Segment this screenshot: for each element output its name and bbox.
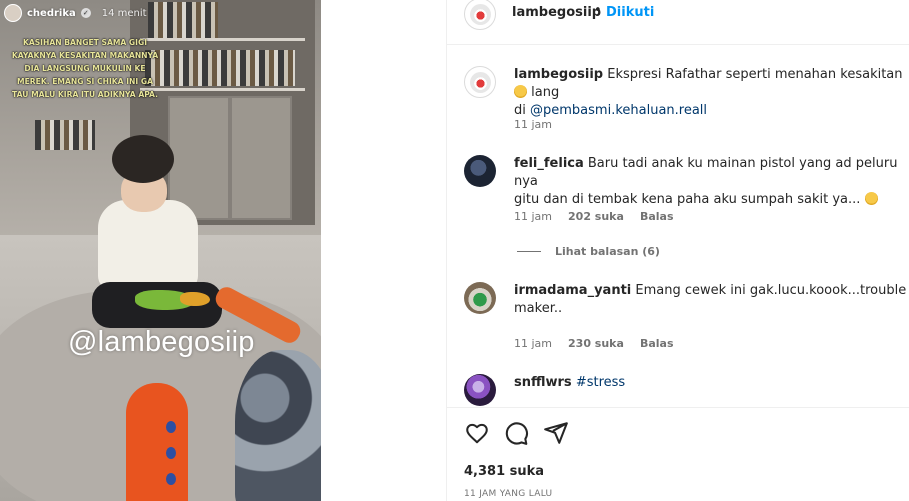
- post-header: lambegosiip • Diikuti: [447, 0, 909, 45]
- caption-mention-link[interactable]: @pembasmi.kehaluan.reall: [530, 103, 707, 118]
- story-time: 14 menit: [101, 7, 147, 19]
- comment-like-count[interactable]: 202 suka: [568, 210, 624, 223]
- brand-logo-icon: [469, 3, 491, 25]
- post-video[interactable]: chedrika ✓ 14 menit Kasihan banget sama …: [0, 0, 321, 501]
- comment-username[interactable]: feli_felica: [514, 156, 584, 171]
- reply-button[interactable]: Balas: [640, 337, 674, 350]
- comment-text: Emang cewek ini gak.lucu.koook...trouble: [635, 283, 907, 298]
- reply-button[interactable]: Balas: [640, 210, 674, 223]
- comment-item: snfflwrs #stress: [464, 374, 904, 406]
- header-username[interactable]: lambegosiip: [512, 5, 601, 20]
- post-panel: lambegosiip • Diikuti lambegosiip Ekspre…: [446, 0, 909, 501]
- verified-icon: ✓: [80, 8, 91, 18]
- comment-text-line2: maker..: [514, 301, 563, 316]
- post-caption: lambegosiip Ekspresi Rafathar seperti me…: [464, 66, 904, 136]
- comment-time: 11 jam: [514, 210, 553, 223]
- comment-username[interactable]: irmadama_yanti: [514, 283, 631, 298]
- avatar[interactable]: [464, 282, 496, 314]
- avatar[interactable]: [464, 155, 496, 187]
- avatar[interactable]: [464, 66, 496, 98]
- view-replies-button[interactable]: Lihat balasan (6): [517, 245, 660, 258]
- view-replies-label: Lihat balasan (6): [555, 245, 660, 258]
- caption-username[interactable]: lambegosiip: [514, 67, 603, 82]
- orange-toy-gun: [126, 383, 188, 501]
- story-username: chedrika: [27, 7, 76, 19]
- caption-line2-prefix: di: [514, 103, 526, 118]
- video-watermark: @lambegosiip: [68, 326, 255, 358]
- share-icon[interactable]: [543, 420, 571, 448]
- comment-item: feli_felica Baru tadi anak ku mainan pis…: [464, 155, 904, 235]
- child-figure: [98, 200, 198, 290]
- comment-time: 11 jam: [514, 337, 553, 350]
- person-camo-shirt: [235, 350, 321, 501]
- story-header: chedrika ✓ 14 menit: [4, 4, 147, 22]
- heart-icon[interactable]: [464, 420, 492, 448]
- post-timestamp: 11 JAM YANG LALU: [464, 489, 553, 499]
- comment-like-count[interactable]: 230 suka: [568, 337, 624, 350]
- pleading-face-emoji-icon: [514, 85, 527, 98]
- avatar[interactable]: [464, 0, 496, 30]
- header-separator: •: [594, 3, 602, 18]
- caption-text-tail: lang: [531, 85, 560, 100]
- media-divider: [321, 0, 446, 501]
- brand-logo-icon: [469, 71, 491, 93]
- caption-time: 11 jam: [514, 118, 553, 131]
- actions-divider: [447, 407, 909, 408]
- comment-item: irmadama_yanti Emang cewek ini gak.lucu.…: [464, 282, 907, 362]
- avatar: [4, 4, 22, 22]
- like-count[interactable]: 4,381 suka: [464, 464, 544, 479]
- avatar[interactable]: [464, 374, 496, 406]
- comment-icon[interactable]: [503, 420, 531, 448]
- comment-hashtag-link[interactable]: #stress: [576, 375, 625, 390]
- comment-username[interactable]: snfflwrs: [514, 375, 572, 390]
- caption-text: Ekspresi Rafathar seperti menahan kesaki…: [607, 67, 903, 82]
- frowning-face-emoji-icon: [864, 192, 878, 205]
- follow-button[interactable]: Diikuti: [606, 5, 654, 20]
- comment-text-line2: gitu dan di tembak kena paha aku sumpah …: [514, 192, 861, 207]
- video-caption-overlay: Kasihan banget sama Gigi kayaknya kesaki…: [11, 38, 159, 99]
